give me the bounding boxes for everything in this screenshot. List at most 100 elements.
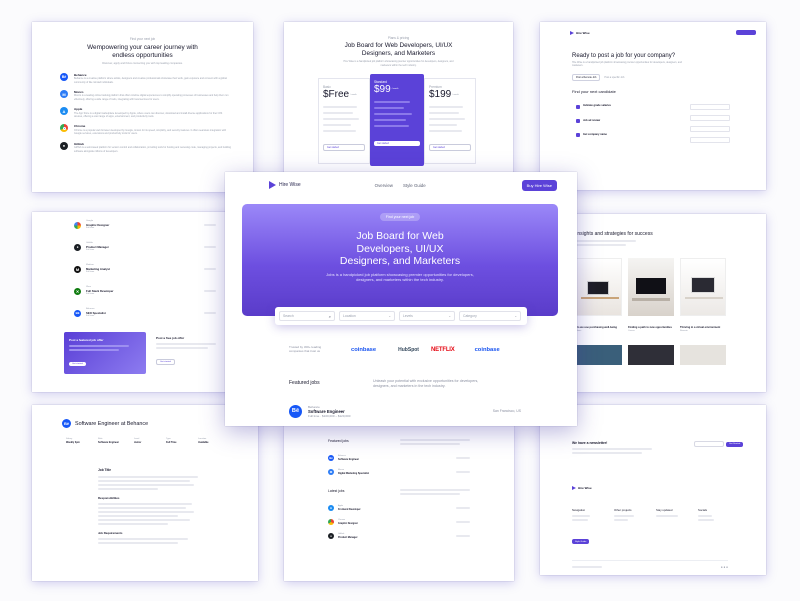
be-icon: Bē <box>289 404 302 418</box>
feature-line <box>429 124 457 127</box>
footer-col: Socials <box>698 508 728 521</box>
mission-page-card[interactable]: Find your next job Wempowering your care… <box>32 22 253 192</box>
listing-title: Frontend Developer <box>338 507 361 511</box>
job-detail-page-card[interactable]: Bē Software Engineer at Behance Salary We… <box>32 405 258 581</box>
cta-button[interactable]: Get started <box>156 359 175 365</box>
featured-cta[interactable]: Post a featured job offer Get started <box>64 332 146 374</box>
plan-button[interactable]: Get started <box>429 144 471 152</box>
levels-label: Levels <box>403 314 413 318</box>
post-subtitle: Hire Wise is a handpicked job platform s… <box>572 61 682 68</box>
buy-button[interactable]: Buy Hire Wise <box>521 179 557 191</box>
search-input[interactable]: Search ⌕ <box>279 311 335 321</box>
job-row[interactable]: M Medium Marketing Analyst Full time <box>74 258 244 280</box>
pricing-page-card[interactable]: Plans & pricing Job Board for Web Develo… <box>284 22 513 180</box>
listing-row[interactable]: Chrome Graphic Designer <box>328 515 514 529</box>
detail-col: Location Available <box>198 437 230 444</box>
footer-col-title: Navigation <box>572 508 586 512</box>
style-guide-button[interactable]: Style Guide <box>572 539 590 544</box>
blog-card[interactable]: Thriving in a virtual environment Remote <box>680 258 726 333</box>
location-select[interactable]: Location ⌄ <box>339 311 395 321</box>
check-icon <box>576 133 580 138</box>
listing-row[interactable]: Bē Behance Software Engineer <box>328 451 514 465</box>
company-item[interactable]: M Monzo Monzo is a leading online banking… <box>60 90 231 101</box>
brand-name: Hire Wise <box>576 30 590 35</box>
blog-card-title: Finding a path to new opportunities <box>628 326 672 329</box>
search-icon: ⌕ <box>328 313 331 319</box>
email-input[interactable] <box>694 441 724 447</box>
detail-col: Type Full Time <box>166 437 198 444</box>
feature-line <box>323 130 356 133</box>
appstore-icon: A <box>60 107 68 116</box>
landing-page-card[interactable]: Hire Wise Overview Style Guide Buy Hire … <box>225 172 577 426</box>
post-title: Ready to post a job for your company? <box>572 53 676 59</box>
job-row[interactable]: Bē Behance SEO Specialist Full time <box>74 302 244 324</box>
feature-line <box>323 118 359 121</box>
free-cta[interactable]: Post a free job offer Get started <box>152 332 224 371</box>
listing-row[interactable]: M Monzo Digital Marketing Specialist <box>328 465 514 479</box>
jobs-list-page-card[interactable]: Google Graphic Designer Full time ● GitHub… <box>32 212 244 392</box>
levels-select[interactable]: Levels ⌄ <box>399 311 455 321</box>
listing-row[interactable]: A Apple Frontend Developer <box>328 501 514 515</box>
buy-button[interactable] <box>736 30 756 35</box>
plan-card-basic[interactable]: Basic $Free / month Get started <box>318 77 370 164</box>
social-icons[interactable]: ● ● ● <box>721 565 728 569</box>
listing-row[interactable]: ● GitHub Product Manager <box>328 529 514 543</box>
feature-item: Job ad review <box>576 118 646 124</box>
category-select[interactable]: Category ⌄ <box>459 311 521 321</box>
job-meta: Full time · $100,000 – $120,000 <box>308 413 351 418</box>
category-label: Category <box>463 314 477 318</box>
newsletter-title: We have a newsletter! <box>572 441 608 445</box>
coinbase-logo: coinbase <box>474 346 500 353</box>
blog-thumb <box>628 345 674 366</box>
company-item[interactable]: A Apple The App Store is a digital market… <box>60 107 231 118</box>
logo-icon <box>572 486 576 490</box>
search-placeholder: Search <box>283 314 294 318</box>
tab-specific[interactable]: Post a specific Job <box>604 76 624 80</box>
company-desc: Monzo is a leading online banking platfo… <box>74 94 229 101</box>
feature-item: Indicate grade salaries <box>576 104 646 109</box>
company-desc: Behance is a creative platform where art… <box>74 77 227 84</box>
company-item[interactable]: ● GitHub GitHub is a web-based platform f… <box>60 141 231 153</box>
blog-card[interactable]: Do we use purchasing well-being Ideas <box>576 258 622 333</box>
subscribe-button[interactable]: Get Started <box>726 441 744 447</box>
desk-image <box>628 258 674 316</box>
plan-period: / month <box>391 88 399 91</box>
plan-button[interactable]: Get started <box>323 144 365 152</box>
job-row[interactable]: ● GitHub Product Manager Full time <box>74 236 244 258</box>
featured-job-row[interactable]: Bē Behance Software Engineer Full time ·… <box>289 403 521 419</box>
job-row[interactable]: ✕ Xbox Full Stack Developer Full time <box>74 280 244 302</box>
desk-image <box>576 258 622 316</box>
be-icon: Bē <box>328 455 334 461</box>
netflix-logo: NETFLIX <box>430 346 455 353</box>
cta-title: Post a featured job offer <box>69 338 104 342</box>
plan-button[interactable]: Get started <box>374 140 420 146</box>
requirements-heading: Job Requirements <box>98 531 123 536</box>
company-item[interactable]: Bē Behance Behance is a creative platform… <box>60 72 231 84</box>
nav-overview[interactable]: Overview <box>375 183 393 188</box>
listing-page-card[interactable]: Featured jobs Bē Behance Software Engineer… <box>284 425 514 581</box>
plan-card-premium[interactable]: Premium $199/ month Get started <box>424 77 476 164</box>
tab-remote[interactable]: Post a Remote Job <box>572 74 601 82</box>
footer-col: Stay updated <box>656 508 698 517</box>
cta-button[interactable]: Get started <box>69 362 86 366</box>
feature-line <box>374 124 409 127</box>
listing-title: Graphic Designer <box>338 521 358 525</box>
detail-col: Role Software Engineer <box>98 437 134 444</box>
job-row[interactable]: Google Graphic Designer Full time <box>74 214 244 236</box>
feature-line <box>429 106 463 109</box>
job-title: Software Engineer <box>308 408 345 414</box>
chevron-down-icon: ⌄ <box>448 314 451 318</box>
blog-thumb <box>680 345 726 366</box>
plan-card-standard[interactable]: Standard $99/ month Get started <box>370 73 424 166</box>
blog-card[interactable]: Finding a path to new opportunities Care… <box>628 258 674 333</box>
nav-style-guide[interactable]: Style Guide <box>403 183 426 188</box>
feature-line <box>429 118 465 121</box>
post-job-page-card[interactable]: Hire Wise Ready to post a job for your c… <box>540 22 766 190</box>
feature-label: Job ad review <box>583 118 601 122</box>
find-title: Find your next candidate <box>572 89 616 95</box>
blog-page-card[interactable]: Insights and strategies for success Do w… <box>548 214 766 392</box>
company-item[interactable]: Chrome Chrome is a popular web browser de… <box>60 124 231 135</box>
feature-line <box>323 106 357 109</box>
footer-page-card[interactable]: We have a newsletter! Get Started Hire W… <box>540 405 766 575</box>
medium-icon: M <box>74 265 81 273</box>
